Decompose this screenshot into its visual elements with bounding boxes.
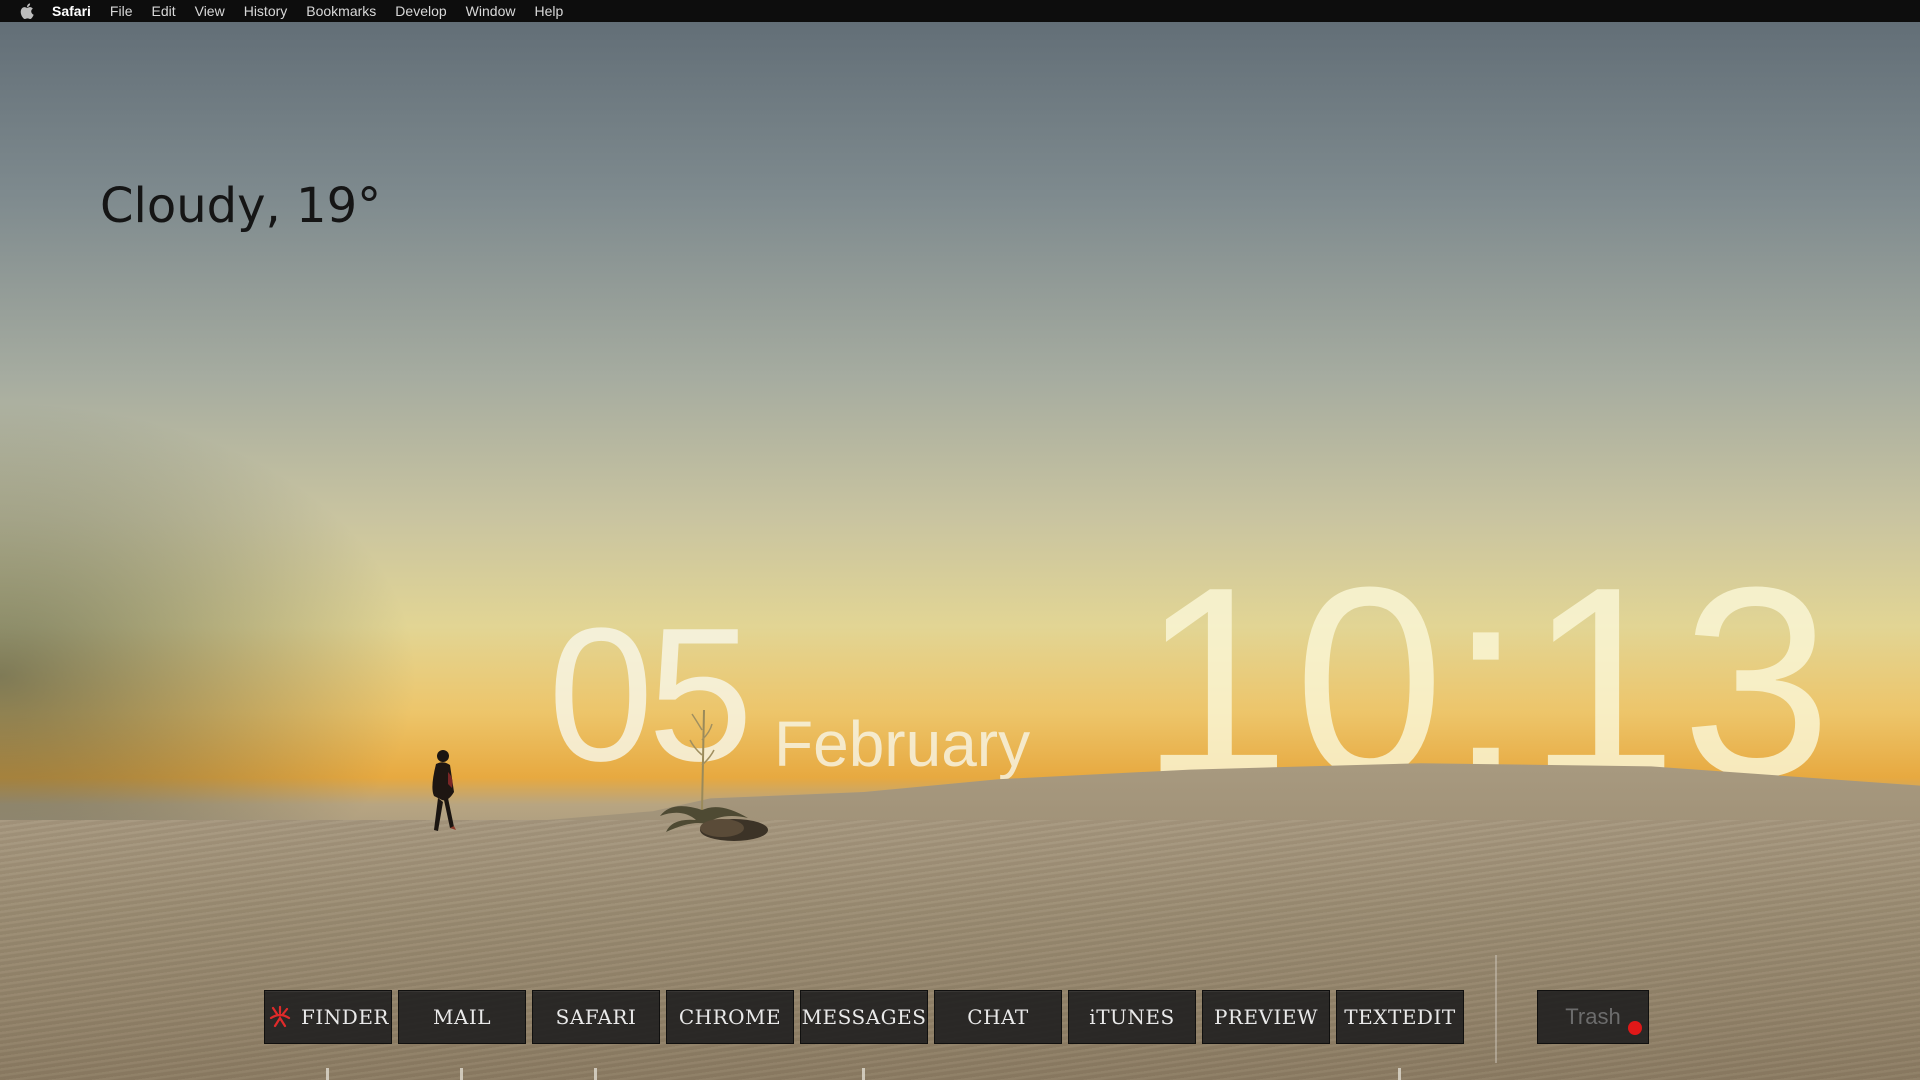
dock-finder-label: FINDER [301,1005,389,1029]
dock-safari-button[interactable]: SAFARI [532,990,660,1044]
dock-textedit-button[interactable]: TEXTEDIT [1336,990,1464,1044]
background-shadow [0,400,420,860]
menu-history[interactable]: History [244,3,288,19]
finder-icon [269,1005,291,1028]
dock-chrome-button[interactable]: CHROME [666,990,794,1044]
dock-separator [1495,955,1497,1063]
menu-window[interactable]: Window [466,3,516,19]
walking-person-figure [432,750,456,831]
dock-preview-button[interactable]: PREVIEW [1202,990,1330,1044]
dock-messages-label: MESSAGES [801,1005,927,1029]
menu-help[interactable]: Help [534,3,563,19]
dock-finder-button[interactable]: FINDER [264,990,392,1044]
apple-icon[interactable] [20,3,34,19]
dock-mail-label: MAIL [432,1005,492,1029]
weather-widget: Cloudy, 19° [100,178,382,234]
dock-textedit-label: TEXTEDIT [1344,1005,1456,1029]
dock-itunes-button[interactable]: iTUNES [1068,990,1196,1044]
menu-bookmarks[interactable]: Bookmarks [306,3,376,19]
menu-app-name[interactable]: Safari [52,3,91,19]
dock: FINDER MAIL SAFARI CHROME MESSAGES CHAT … [264,990,1470,1044]
menu-bar: Safari File Edit View History Bookmarks … [0,0,1920,22]
dock-itunes-label: iTUNES [1089,1005,1175,1029]
dock-safari-label: SAFARI [555,1005,637,1029]
dock-mail-button[interactable]: MAIL [398,990,526,1044]
dock-trash-button[interactable]: Trash [1537,990,1649,1044]
menu-develop[interactable]: Develop [395,3,446,19]
safari-running-indicator [594,1068,597,1080]
dock-messages-button[interactable]: MESSAGES [800,990,928,1044]
trash-badge [1628,1021,1642,1035]
dock-preview-label: PREVIEW [1213,1005,1319,1029]
dock-chat-button[interactable]: CHAT [934,990,1062,1044]
menu-file[interactable]: File [110,3,133,19]
textedit-running-indicator [1398,1068,1401,1080]
dock-chat-label: CHAT [967,1005,1029,1029]
dock-chrome-label: CHROME [678,1005,782,1029]
desert-plant [660,709,768,841]
finder-running-indicator [326,1068,329,1080]
menu-view[interactable]: View [195,3,225,19]
date-month: February [774,708,1031,780]
dock-trash-label: Trash [1565,1004,1621,1029]
messages-running-indicator [862,1068,865,1080]
mail-running-indicator [460,1068,463,1080]
menu-edit[interactable]: Edit [151,3,175,19]
